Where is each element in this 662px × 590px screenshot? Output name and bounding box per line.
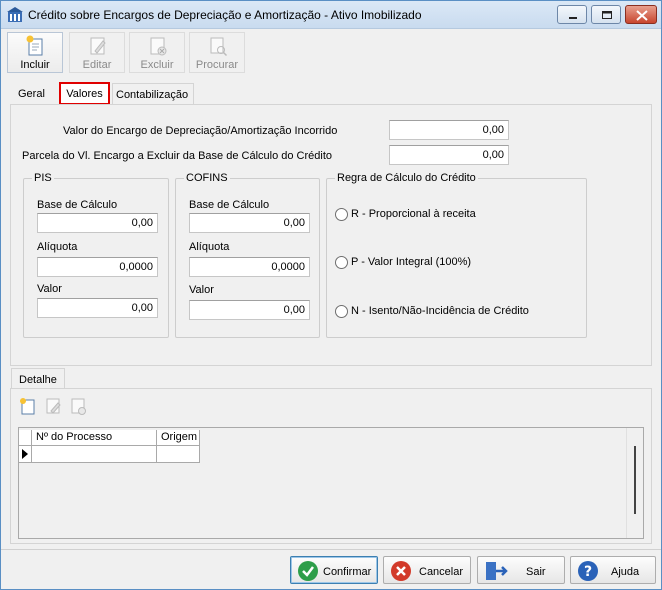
tab-detalhe-label: Detalhe <box>19 374 57 386</box>
procurar-button[interactable]: Procurar <box>189 32 245 73</box>
cell-processo[interactable] <box>32 446 157 463</box>
detalhe-panel: Nº do Processo Origem <box>10 388 652 544</box>
cofins-base-label: Base de Cálculo <box>189 199 270 211</box>
maximize-icon <box>602 11 612 19</box>
valores-panel: Valor do Encargo de Depreciação/Amortiza… <box>10 104 652 366</box>
radio-integral[interactable] <box>335 256 348 269</box>
editar-label: Editar <box>82 59 112 71</box>
pis-base-label: Base de Cálculo <box>37 199 118 211</box>
tab-valores-label: Valores <box>66 88 103 100</box>
regra-group: Regra de Cálculo do Crédito R - Proporci… <box>326 172 587 338</box>
pis-group: PIS Base de Cálculo 0,00 Alíquota 0,0000… <box>23 172 169 338</box>
delete-document-icon <box>150 37 167 56</box>
cofins-aliquota-field[interactable]: 0,0000 <box>189 257 310 277</box>
maximize-button[interactable] <box>591 5 621 24</box>
grid-vertical-scrollbar[interactable] <box>626 428 643 538</box>
radio-proporcional[interactable] <box>335 208 348 221</box>
excluir-button[interactable]: Excluir <box>129 32 185 73</box>
parcela-field[interactable]: 0,00 <box>389 145 509 165</box>
excluir-label: Excluir <box>140 59 174 71</box>
procurar-label: Procurar <box>195 59 239 71</box>
cofins-aliquota-label: Alíquota <box>189 241 230 253</box>
incluir-label: Incluir <box>20 59 50 71</box>
confirmar-button[interactable]: Confirmar <box>290 556 378 584</box>
help-circle-icon: ? <box>578 561 598 581</box>
detalhe-edit-button[interactable] <box>42 395 64 417</box>
cofins-group: COFINS Base de Cálculo 0,00 Alíquota 0,0… <box>175 172 320 338</box>
minimize-button[interactable] <box>557 5 587 24</box>
row-indicator-header <box>19 430 32 446</box>
pis-valor-label: Valor <box>37 283 62 295</box>
cancel-circle-icon <box>391 561 411 581</box>
new-document-icon <box>26 35 43 56</box>
footer-bar: Confirmar Cancelar Sair ? Ajuda <box>1 549 661 589</box>
tab-contabilizacao-label: Contabilização <box>116 89 189 101</box>
cell-origem[interactable] <box>157 446 200 463</box>
radio-isento-label: N - Isento/Não-Incidência de Crédito <box>351 305 529 317</box>
tab-contabilizacao[interactable]: Contabilização <box>112 83 194 104</box>
tab-valores[interactable]: Valores <box>59 82 110 105</box>
close-icon <box>636 10 648 21</box>
tab-geral[interactable]: Geral <box>18 83 56 104</box>
svg-text:?: ? <box>584 564 592 580</box>
search-document-icon <box>210 37 228 57</box>
main-window: Crédito sobre Encargos de Depreciação e … <box>0 0 662 590</box>
check-circle-icon <box>298 561 318 581</box>
window-title: Crédito sobre Encargos de Depreciação e … <box>28 8 422 22</box>
scrollbar-thumb[interactable] <box>634 446 636 514</box>
detalhe-toolbar <box>17 395 89 419</box>
editar-button[interactable]: Editar <box>69 32 125 73</box>
processos-grid[interactable]: Nº do Processo Origem <box>18 427 644 539</box>
radio-proporcional-label: R - Proporcional à receita <box>351 208 476 220</box>
ajuda-button[interactable]: ? Ajuda <box>570 556 656 584</box>
sair-button[interactable]: Sair <box>477 556 565 584</box>
edit-document-icon <box>90 37 106 55</box>
column-header-origem[interactable]: Origem <box>157 430 200 446</box>
column-header-processo[interactable]: Nº do Processo <box>32 430 157 446</box>
tab-geral-label: Geral <box>18 88 45 100</box>
delete-row-icon <box>71 398 86 415</box>
radio-isento[interactable] <box>335 305 348 318</box>
minimize-icon <box>569 17 577 19</box>
encargo-field[interactable]: 0,00 <box>389 120 509 140</box>
detalhe-add-button[interactable] <box>17 395 39 417</box>
title-bar: Crédito sobre Encargos de Depreciação e … <box>1 1 661 29</box>
parcela-label: Parcela do Vl. Encargo a Excluir da Base… <box>22 150 333 162</box>
app-building-icon <box>7 7 23 22</box>
radio-integral-label: P - Valor Integral (100%) <box>351 256 472 268</box>
pis-aliquota-field[interactable]: 0,0000 <box>37 257 158 277</box>
tab-detalhe[interactable]: Detalhe <box>11 368 65 389</box>
pis-aliquota-label: Alíquota <box>37 241 78 253</box>
incluir-button[interactable]: Incluir <box>7 32 63 73</box>
cofins-base-field[interactable]: 0,00 <box>189 213 310 233</box>
cancelar-button[interactable]: Cancelar <box>383 556 471 584</box>
encargo-label: Valor do Encargo de Depreciação/Amortiza… <box>63 125 338 137</box>
detalhe-delete-button[interactable] <box>67 395 89 417</box>
cancelar-label: Cancelar <box>419 566 464 578</box>
cofins-title: COFINS <box>184 172 230 184</box>
row-indicator <box>19 446 32 463</box>
main-toolbar: Incluir Editar Excluir Procurar <box>7 32 657 74</box>
edit-row-icon <box>46 398 61 414</box>
exit-door-icon <box>486 562 508 580</box>
current-row-arrow-icon <box>22 449 28 459</box>
sair-label: Sair <box>526 566 546 578</box>
close-button[interactable] <box>625 5 657 24</box>
pis-title: PIS <box>32 172 54 184</box>
ajuda-label: Ajuda <box>611 566 640 578</box>
pis-base-field[interactable]: 0,00 <box>37 213 158 233</box>
cofins-valor-label: Valor <box>189 284 214 296</box>
cofins-valor-field[interactable]: 0,00 <box>189 300 310 320</box>
regra-title: Regra de Cálculo do Crédito <box>335 172 478 184</box>
confirmar-label: Confirmar <box>323 566 372 578</box>
new-row-icon <box>20 398 35 415</box>
pis-valor-field[interactable]: 0,00 <box>37 298 158 318</box>
